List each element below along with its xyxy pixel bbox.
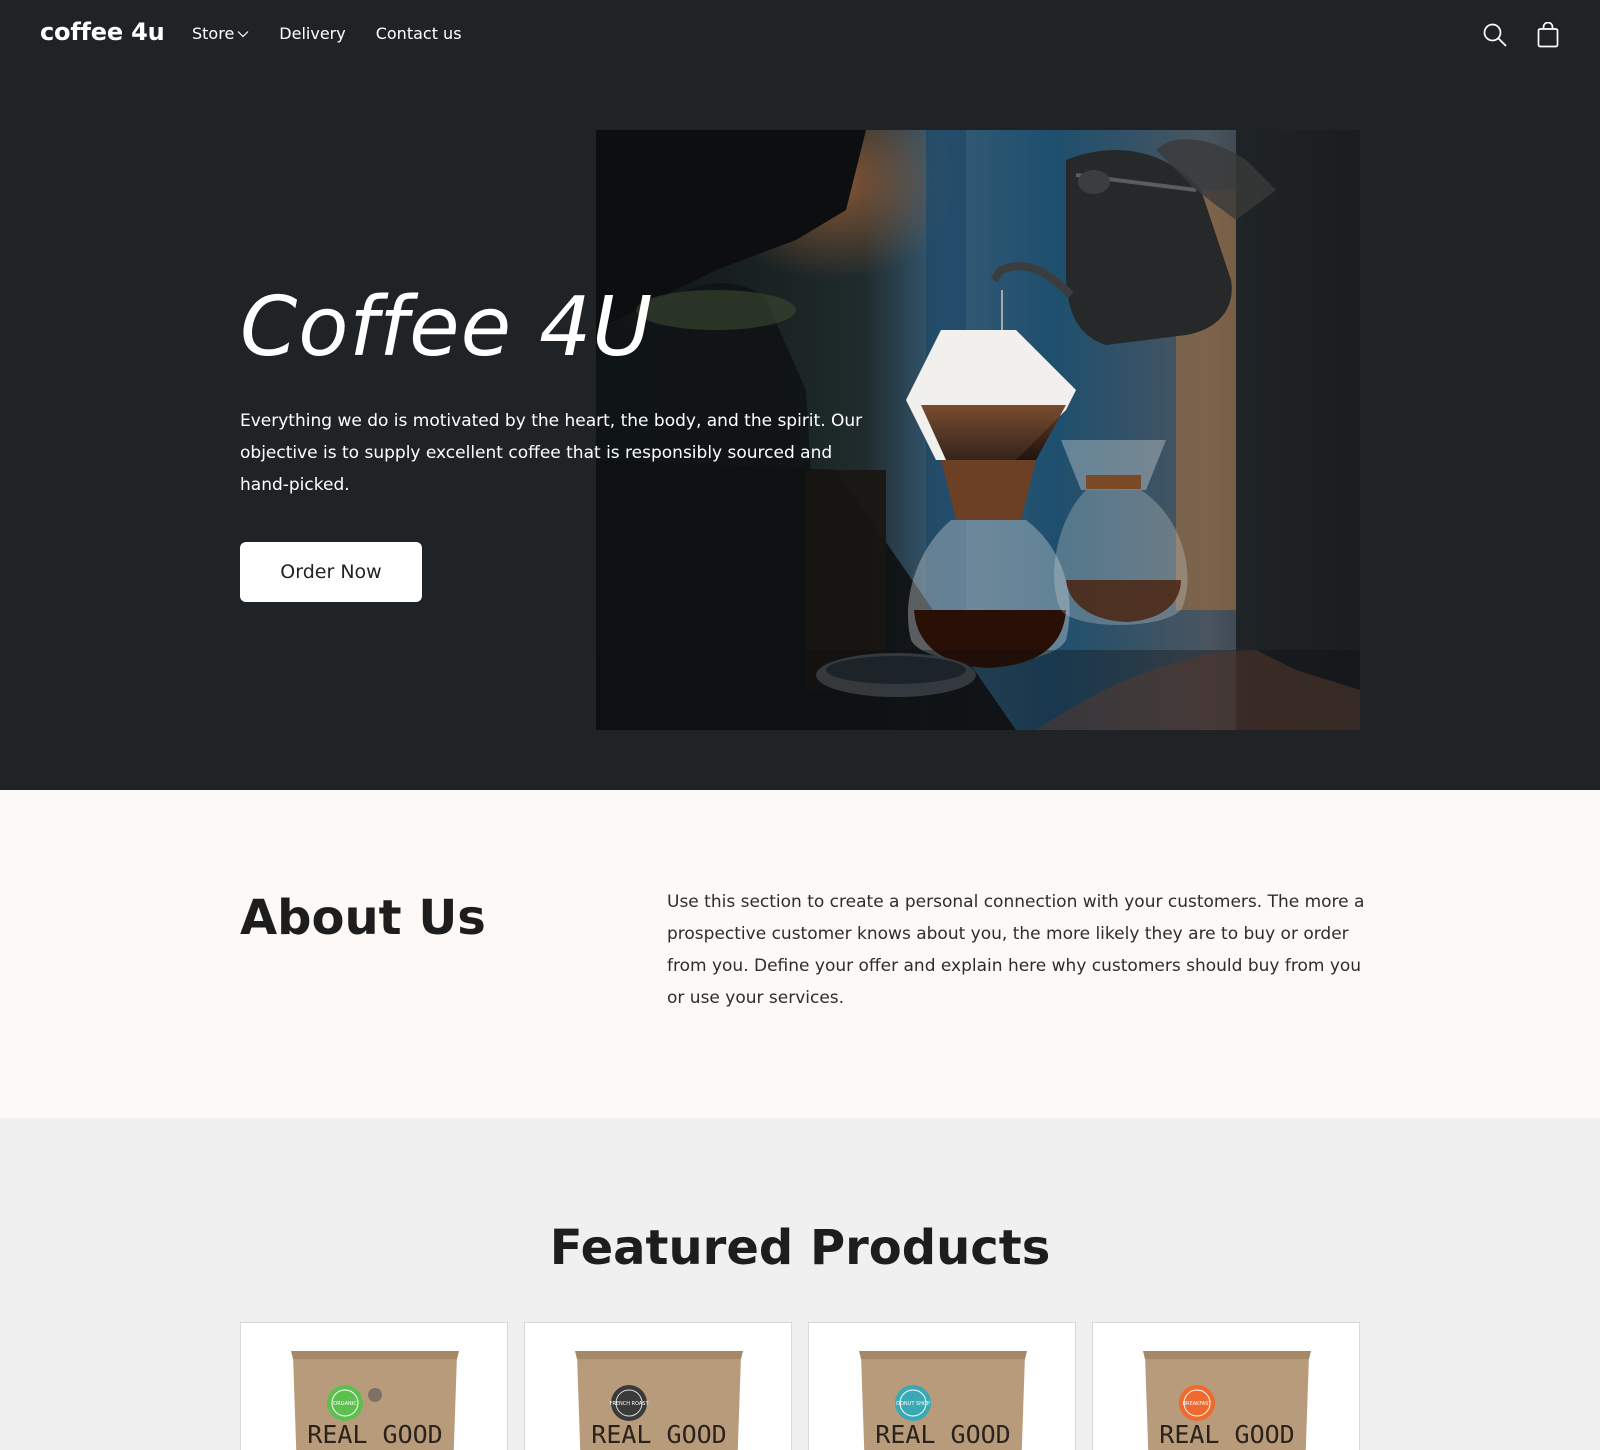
about-title: About Us [240, 890, 486, 946]
featured-title: Featured Products [549, 1220, 1051, 1276]
bag-brand-text: REAL GOOD [307, 1420, 442, 1449]
hero-description: Everything we do is motivated by the hea… [240, 411, 863, 495]
search-icon[interactable] [1482, 22, 1508, 48]
site-logo[interactable]: coffee 4u [40, 18, 165, 46]
main-nav: Store Delivery Contact us [192, 24, 492, 43]
order-now-button[interactable]: Order Now [240, 542, 422, 602]
site-header: coffee 4u Store Delivery Contact us [0, 0, 1600, 70]
nav-item-label: Store [192, 24, 235, 43]
product-card[interactable]: BREAKFAST REAL GOOD [1092, 1322, 1360, 1450]
coffee-bag-image: BREAKFAST REAL GOOD [1143, 1351, 1311, 1450]
coffee-bag-image: FRENCH ROAST REAL GOOD [575, 1351, 743, 1450]
coffee-bag-image: ORGANIC REAL GOOD [291, 1351, 459, 1450]
hero-title: Coffee 4U [240, 280, 654, 375]
product-card[interactable]: ORGANIC REAL GOOD [240, 1322, 508, 1450]
bag-brand-text: REAL GOOD [875, 1420, 1010, 1449]
product-card[interactable]: FRENCH ROAST REAL GOOD [524, 1322, 792, 1450]
bag-brand-text: REAL GOOD [591, 1420, 726, 1449]
about-section: About Us Use this section to create a pe… [0, 790, 1600, 1118]
nav-item-delivery[interactable]: Delivery [279, 24, 345, 43]
hero-section: Coffee 4U Everything we do is motivated … [0, 70, 1600, 790]
shopping-bag-icon[interactable] [1535, 22, 1561, 48]
featured-products-section: Featured Products ORGANIC REAL GOOD FREN… [0, 1118, 1600, 1450]
about-description: Use this section to create a personal co… [667, 892, 1365, 1008]
chevron-down-icon [237, 30, 249, 37]
coffee-bag-image: DONUT SHOP REAL GOOD [859, 1351, 1027, 1450]
product-card[interactable]: DONUT SHOP REAL GOOD [808, 1322, 1076, 1450]
bag-brand-text: REAL GOOD [1159, 1420, 1294, 1449]
bag-label-text: BREAKFAST [1183, 1401, 1213, 1407]
nav-item-contact[interactable]: Contact us [376, 24, 462, 43]
bag-label-text: DONUT SHOP [896, 1401, 930, 1407]
nav-item-store[interactable]: Store [192, 24, 249, 43]
bag-label-text: ORGANIC [333, 1401, 357, 1407]
bag-label-text: FRENCH ROAST [609, 1401, 649, 1407]
